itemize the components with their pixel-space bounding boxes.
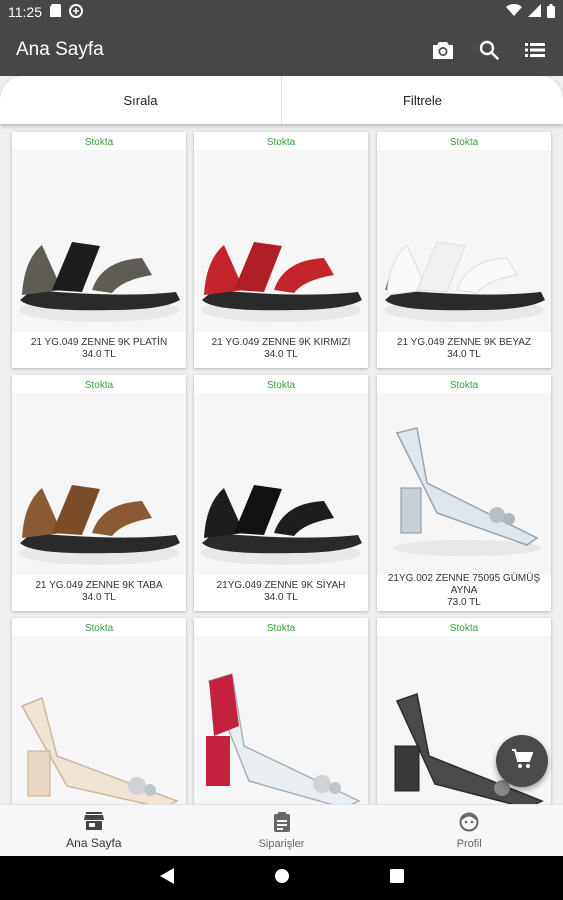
- status-bar: 11:25: [0, 0, 563, 24]
- nav-label: Profil: [456, 837, 482, 850]
- product-name: 21 YG.049 ZENNE 9K BEYAZ: [396, 337, 532, 348]
- bottom-navigation: Ana Sayfa Siparişler Profil: [0, 804, 563, 856]
- cart-icon: [511, 748, 534, 775]
- stock-status: Stokta: [84, 380, 114, 391]
- nav-item-profile[interactable]: Profil: [375, 805, 563, 856]
- sort-filter-bar: Sırala Filtrele: [0, 76, 563, 124]
- product-price: 34.0 TL: [264, 349, 298, 360]
- product-grid: Stokta 21 YG.049 ZENNE 9K PLATİN 34.0 TL…: [0, 124, 563, 804]
- sort-button[interactable]: Sırala: [0, 76, 281, 124]
- product-image: [12, 393, 186, 575]
- stock-status: Stokta: [266, 380, 296, 391]
- product-name: 21YG.049 ZENNE 9K SİYAH: [216, 580, 346, 591]
- filter-button[interactable]: Filtrele: [281, 76, 563, 124]
- product-card[interactable]: Stokta 21 YG.049 ZENNE 9K PLATİN 34.0 TL: [12, 132, 186, 368]
- product-image: [12, 150, 186, 332]
- signal-icon: [528, 4, 541, 20]
- back-icon[interactable]: [159, 867, 174, 889]
- product-name: 21 YG.049 ZENNE 9K TABA: [35, 580, 163, 591]
- stock-status: Stokta: [449, 137, 479, 148]
- product-price: 73.0 TL: [447, 597, 481, 608]
- status-time: 11:25: [8, 4, 42, 20]
- product-name: 21 YG.049 ZENNE 9K PLATİN: [30, 337, 168, 348]
- recents-icon[interactable]: [389, 868, 404, 888]
- product-card[interactable]: Stokta: [194, 618, 368, 804]
- nav-label: Ana Sayfa: [66, 835, 122, 850]
- face-icon: [459, 812, 479, 835]
- sd-card-icon: [50, 4, 61, 20]
- clipboard-icon: [273, 811, 290, 835]
- product-image: [194, 636, 368, 804]
- nav-item-home[interactable]: Ana Sayfa: [0, 805, 188, 856]
- stock-status: Stokta: [266, 623, 296, 634]
- stock-status: Stokta: [84, 623, 114, 634]
- home-icon[interactable]: [274, 868, 290, 889]
- product-price: 34.0 TL: [447, 349, 481, 360]
- stock-status: Stokta: [266, 137, 296, 148]
- stock-status: Stokta: [449, 623, 479, 634]
- product-card[interactable]: Stokta 21 YG.049 ZENNE 9K KIRMIZI 34.0 T…: [194, 132, 368, 368]
- product-card[interactable]: Stokta: [12, 618, 186, 804]
- product-card[interactable]: Stokta 21 YG.049 ZENNE 9K BEYAZ 34.0 TL: [377, 132, 551, 368]
- store-icon: [83, 811, 104, 833]
- product-image: [377, 150, 551, 332]
- wifi-icon: [506, 3, 522, 20]
- product-price: 34.0 TL: [264, 592, 298, 603]
- product-card[interactable]: Stokta 21 YG.049 ZENNE 9K TABA 34.0 TL: [12, 375, 186, 611]
- battery-icon: [547, 3, 555, 21]
- product-price: 34.0 TL: [82, 349, 116, 360]
- product-image: [12, 636, 186, 804]
- cart-fab-button[interactable]: [496, 735, 548, 787]
- stock-status: Stokta: [449, 380, 479, 391]
- search-icon[interactable]: [477, 38, 501, 62]
- camera-icon[interactable]: [431, 38, 455, 62]
- page-title: Ana Sayfa: [16, 39, 104, 60]
- product-card[interactable]: Stokta 21YG.002 ZENNE 75095 GÜMÜŞ AYNA 7…: [377, 375, 551, 611]
- nav-label: Siparişler: [258, 837, 305, 850]
- product-card[interactable]: Stokta 21YG.049 ZENNE 9K SİYAH 34.0 TL: [194, 375, 368, 611]
- product-image: [194, 150, 368, 332]
- product-image: [194, 393, 368, 575]
- nav-item-orders[interactable]: Siparişler: [188, 805, 376, 856]
- product-image: [377, 393, 551, 575]
- data-saver-icon: [69, 3, 83, 21]
- product-name: 21 YG.049 ZENNE 9K KIRMIZI: [211, 337, 351, 348]
- system-navigation-bar: [0, 856, 563, 900]
- stock-status: Stokta: [84, 137, 114, 148]
- product-price: 34.0 TL: [82, 592, 116, 603]
- app-bar: Ana Sayfa: [0, 24, 563, 76]
- product-name: 21YG.002 ZENNE 75095 GÜMÜŞ AYNA: [387, 573, 541, 596]
- list-view-icon[interactable]: [523, 38, 547, 62]
